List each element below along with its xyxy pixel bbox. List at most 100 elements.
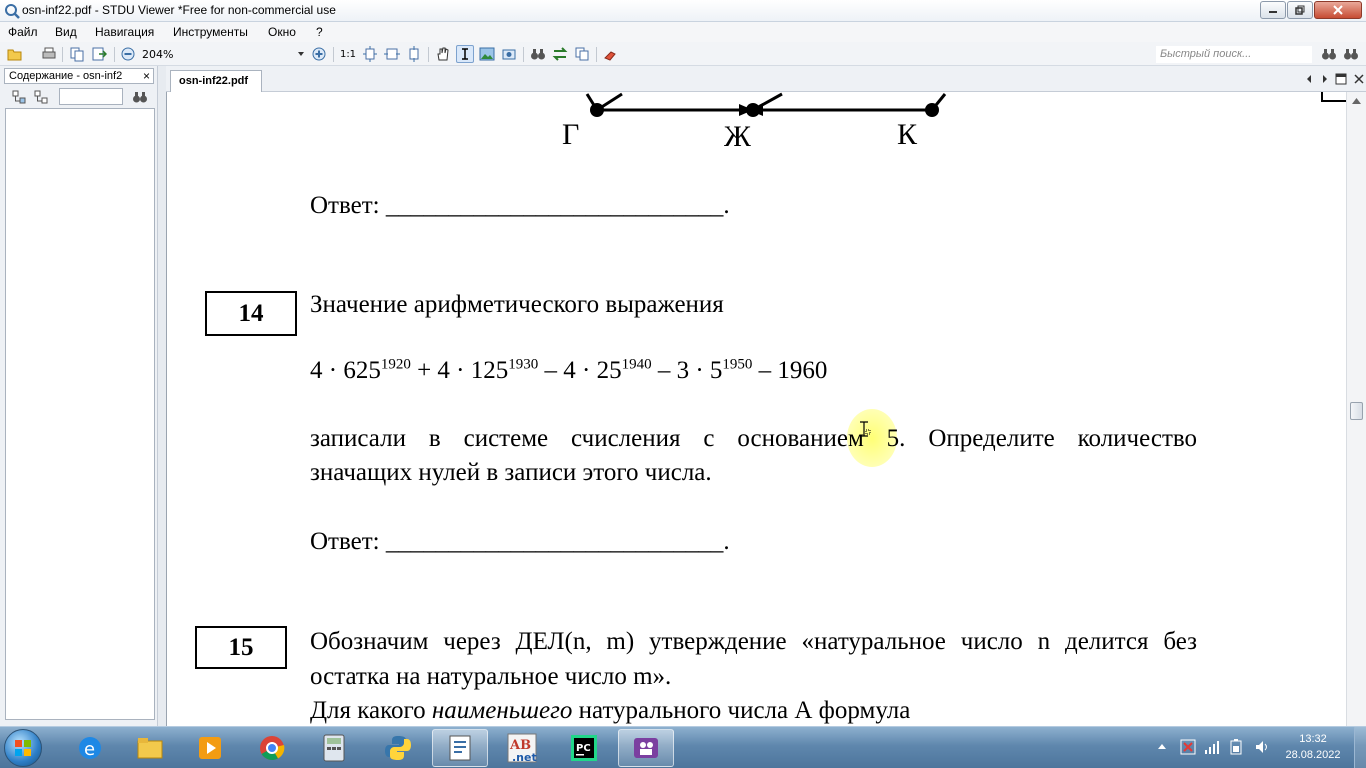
answer-label: Ответ: (310, 192, 386, 219)
image-icon (479, 47, 495, 61)
search-options-button[interactable] (1342, 45, 1360, 63)
window-title: osn-inf22.pdf - STDU Viewer *Free for no… (22, 3, 336, 17)
collapse-button[interactable] (32, 88, 50, 106)
expr-part: – 1960 (752, 357, 828, 384)
document-tab[interactable]: osn-inf22.pdf (170, 70, 262, 92)
taskbar-explorer[interactable] (122, 729, 178, 767)
toolbar-separator (428, 47, 429, 62)
zoom-value: 204% (142, 48, 174, 61)
minimize-button[interactable] (1260, 1, 1286, 19)
show-desktop-button[interactable] (1354, 727, 1366, 768)
taskbar-pascalabc[interactable]: AB .net (494, 729, 550, 767)
swap-button[interactable] (551, 45, 569, 63)
taskbar-media-player[interactable] (182, 729, 238, 767)
answer-blank: ___________________________. (385, 192, 730, 219)
task14-text-line1: записали в системе счисления с основание… (310, 425, 1197, 452)
answer-blank: ___________________________. (385, 528, 730, 555)
contents-search-input[interactable] (59, 88, 123, 105)
menu-navigation[interactable]: Навигация (95, 25, 154, 39)
pdf-page[interactable]: Г Ж К Ответ: ___________________________… (166, 92, 1346, 726)
contents-panel: Содержание - osn-inf2 × (0, 66, 158, 726)
menu-help[interactable]: ? (316, 25, 323, 39)
fit-height-button[interactable] (405, 45, 423, 63)
graph-label-g: Г (562, 118, 580, 151)
media-player-icon (199, 737, 221, 759)
snapshot-icon (502, 49, 516, 60)
svg-text:e: e (84, 739, 95, 760)
window-list-icon (1335, 73, 1347, 85)
contents-find-button[interactable] (131, 88, 149, 106)
image-select-button[interactable] (478, 45, 496, 63)
menu-tools[interactable]: Инструменты (173, 25, 248, 39)
scroll-up-icon[interactable] (1352, 98, 1361, 104)
calculator-icon (323, 734, 345, 762)
task-number-14: 14 (205, 291, 297, 336)
network-signal-icon[interactable] (1204, 739, 1220, 755)
copy-button[interactable] (573, 45, 591, 63)
zoom-out-button[interactable] (119, 45, 137, 63)
zoom-in-icon (312, 47, 326, 61)
text-select-button[interactable] (456, 45, 474, 63)
copy-icon (575, 47, 589, 61)
zoom-select[interactable]: 204% (138, 46, 306, 63)
start-button[interactable] (4, 729, 42, 767)
answer-line-14: Ответ: ___________________________. (310, 528, 730, 556)
tab-list-button[interactable] (1332, 70, 1350, 88)
chevron-right-icon (1323, 75, 1327, 83)
zoom-in-button[interactable] (310, 45, 328, 63)
expr-exponent: 1930 (508, 356, 539, 373)
marker-icon (604, 51, 616, 61)
snapshot-button[interactable] (500, 45, 518, 63)
task14-title: Значение арифметического выражения (310, 291, 724, 318)
open-button[interactable] (6, 45, 24, 63)
expand-button[interactable] (10, 88, 28, 106)
task15-text-line3: Для какого наименьшего натурального числ… (310, 697, 910, 725)
contents-tree[interactable] (5, 108, 155, 720)
close-icon[interactable]: × (143, 69, 150, 83)
battery-icon[interactable] (1228, 739, 1244, 755)
taskbar-calculator[interactable] (306, 729, 362, 767)
toolbar-separator (62, 47, 63, 62)
fit-width-button[interactable] (383, 45, 401, 63)
fit-page-icon (363, 46, 377, 62)
vertical-scrollbar[interactable] (1346, 92, 1366, 726)
actual-size-button[interactable]: 1:1 (339, 45, 357, 63)
page-corner-mark (1321, 92, 1346, 102)
search-button[interactable] (1320, 45, 1338, 63)
taskbar-ie[interactable]: e (62, 729, 118, 767)
panel-splitter[interactable] (158, 66, 166, 726)
menu-window[interactable]: Окно (268, 25, 296, 39)
taskbar-python[interactable] (370, 729, 426, 767)
zoom-out-icon (121, 47, 135, 61)
expr-exponent: 1950 (722, 356, 753, 373)
action-center-icon[interactable] (1180, 739, 1196, 755)
menu-view[interactable]: Вид (55, 25, 77, 39)
highlight-button[interactable] (602, 45, 620, 63)
find-button[interactable] (529, 45, 547, 63)
system-clock[interactable]: 13:32 28.08.2022 (1278, 731, 1348, 763)
export-button[interactable] (90, 45, 108, 63)
close-button[interactable] (1314, 1, 1362, 19)
fit-page-button[interactable] (361, 45, 379, 63)
copy-page-button[interactable] (68, 45, 86, 63)
contents-tab[interactable]: Содержание - osn-inf2 × (4, 68, 154, 84)
text-part: Для какого (310, 697, 432, 724)
hand-tool-button[interactable] (434, 45, 452, 63)
taskbar-screen-recorder[interactable] (618, 729, 674, 767)
svg-text:PC: PC (576, 743, 591, 754)
abc-net-icon: AB.net (507, 733, 537, 764)
maximize-button[interactable] (1287, 1, 1313, 19)
scrollbar-thumb[interactable] (1350, 402, 1363, 420)
taskbar-pycharm[interactable]: PC (556, 729, 612, 767)
printer-icon (42, 47, 56, 59)
fit-width-icon (384, 48, 400, 60)
print-button[interactable] (40, 45, 58, 63)
quick-search-input[interactable]: Быстрый поиск... (1156, 46, 1312, 63)
taskbar-chrome[interactable] (244, 729, 300, 767)
menu-file[interactable]: Файл (8, 25, 38, 39)
menu-bar: Файл Вид Навигация Инструменты Окно ? (0, 22, 1366, 42)
close-tab-button[interactable] (1350, 70, 1366, 88)
volume-icon[interactable] (1254, 739, 1270, 755)
show-hidden-icons-icon[interactable] (1158, 743, 1166, 749)
taskbar-stdu-viewer[interactable] (432, 729, 488, 767)
